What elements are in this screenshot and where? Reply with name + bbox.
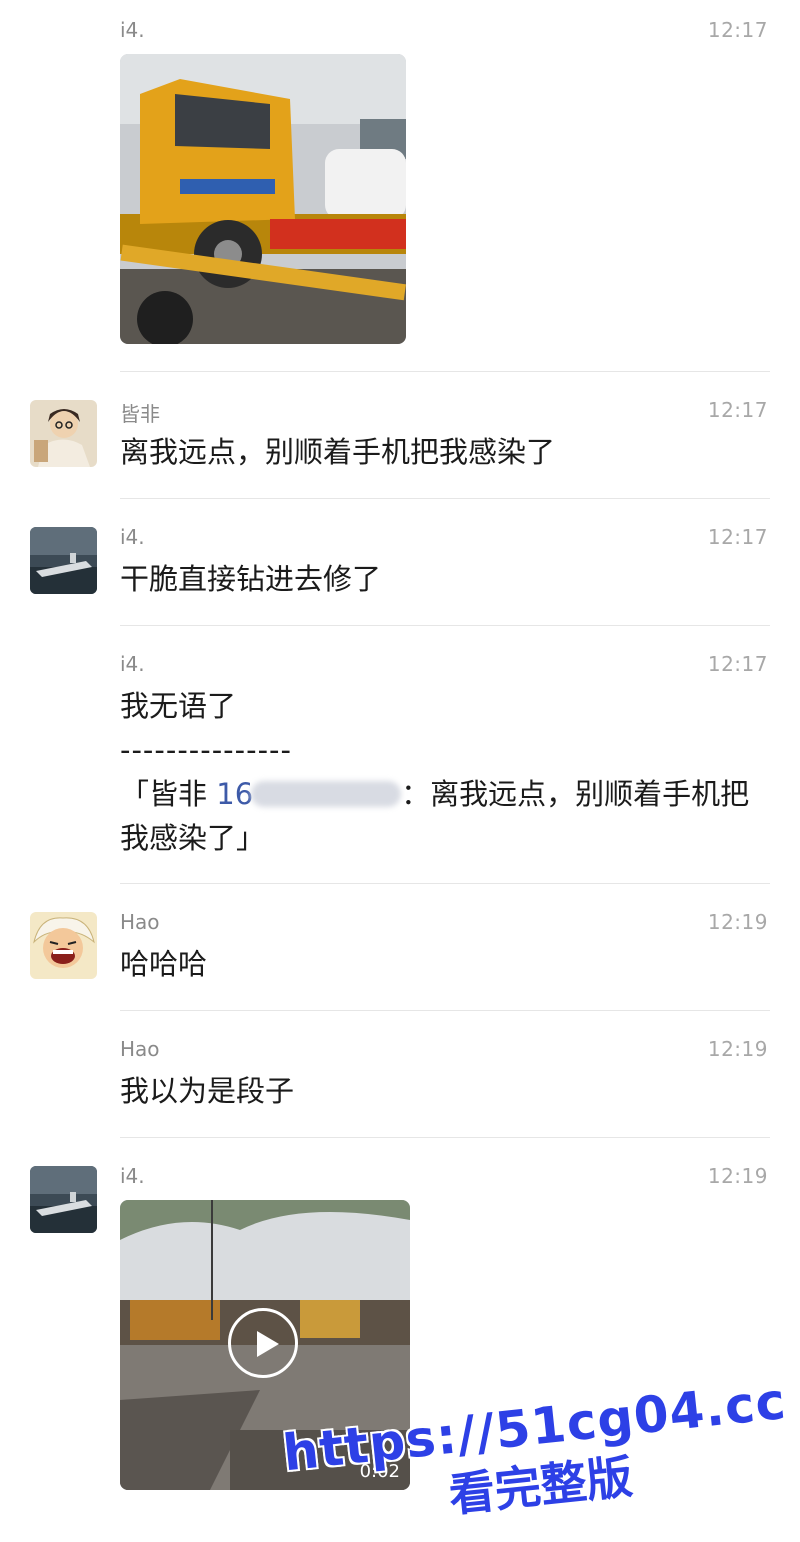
message-body: 离我远点，别顺着手机把我感染了 xyxy=(120,435,556,469)
sender-name: i4. xyxy=(120,18,145,42)
timestamp: 12:17 xyxy=(707,398,768,422)
timestamp: 12:17 xyxy=(707,652,768,676)
message-quote-reply: i4. 12:17 我无语了 --------------- 「皆非 16 ：离我… xyxy=(0,626,800,884)
quote-text: ：离我远点，别顺着手机把 xyxy=(401,777,750,811)
user-avatar[interactable] xyxy=(30,1166,97,1233)
user-avatar[interactable] xyxy=(30,400,97,467)
quoted-message-continued: 我感染了」 xyxy=(120,821,266,855)
message-body: 干脆直接钻进去修了 xyxy=(120,562,382,596)
timestamp: 12:19 xyxy=(707,1037,768,1061)
message-text: Hao 12:19 我以为是段子 xyxy=(0,1011,800,1138)
play-icon[interactable] xyxy=(228,1308,298,1378)
timestamp: 12:19 xyxy=(707,910,768,934)
timestamp: 12:17 xyxy=(707,525,768,549)
message-body: 哈哈哈 xyxy=(120,947,208,981)
user-avatar[interactable] xyxy=(30,912,97,979)
message-text: i4. 12:17 干脆直接钻进去修了 xyxy=(0,499,800,626)
quote-user-id[interactable]: 16 xyxy=(216,777,253,811)
user-avatar[interactable] xyxy=(30,527,97,594)
sender-name: Hao xyxy=(120,910,160,934)
sender-name: i4. xyxy=(120,525,145,549)
sender-name: i4. xyxy=(120,652,145,676)
message-text: Hao 12:19 哈哈哈 xyxy=(0,884,800,1011)
redacted-blur xyxy=(251,781,402,807)
sender-name: Hao xyxy=(120,1037,160,1061)
quote-open: 「 xyxy=(120,777,150,811)
message-body: 我以为是段子 xyxy=(120,1074,295,1108)
message-text: 皆非 12:17 离我远点，别顺着手机把我感染了 xyxy=(0,372,800,499)
message-body: 我无语了 xyxy=(120,689,237,723)
timestamp: 12:19 xyxy=(707,1164,768,1188)
sender-name: i4. xyxy=(120,1164,145,1188)
truck-photo[interactable] xyxy=(120,54,406,344)
quote-separator: --------------- xyxy=(120,733,292,767)
message-image: i4. 12:17 xyxy=(0,0,800,372)
quoted-message: 「皆非 16 ：离我远点，别顺着手机把 xyxy=(120,772,749,816)
quote-author: 皆非 xyxy=(149,777,208,811)
timestamp: 12:17 xyxy=(707,18,768,42)
sender-name: 皆非 xyxy=(120,402,160,426)
